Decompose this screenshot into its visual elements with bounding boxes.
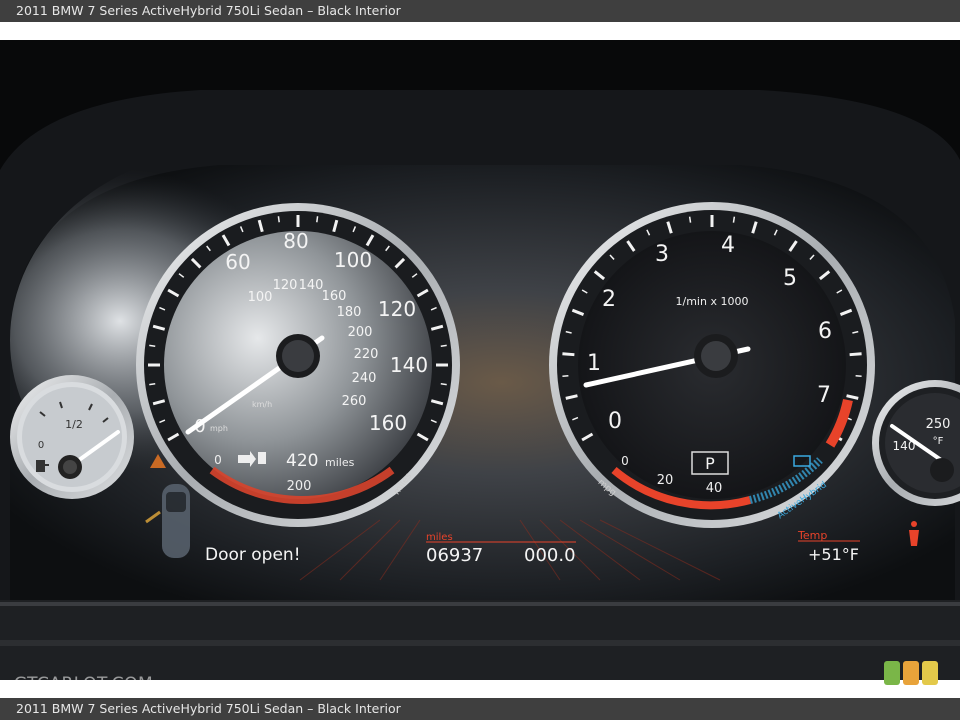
kmh-label-200: 200 [348, 325, 373, 340]
mpg-label-40: 40 [706, 481, 723, 496]
dial-tick [440, 383, 447, 386]
mph-label-100: 100 [334, 248, 372, 272]
dial-tick [849, 352, 862, 357]
kmh-label-100: 100 [248, 290, 273, 305]
tach-label-2: 2 [602, 287, 616, 312]
range-mid-label: 200 [287, 479, 312, 494]
tach-label-4: 4 [721, 233, 735, 258]
dial-tick [732, 216, 736, 223]
dial-tick [440, 344, 447, 347]
fuel-zero-label: 0 [38, 440, 44, 451]
trip-value: 000.0 [524, 545, 576, 566]
odometer-label: miles [426, 532, 453, 543]
oil-unit: °F [933, 436, 944, 447]
mph-label-140: 140 [390, 353, 428, 377]
range-zero-label: 0 [214, 453, 222, 467]
temp-label: Temp [797, 529, 827, 542]
range-unit: miles [325, 456, 355, 469]
mpg-label-0: 0 [621, 454, 629, 468]
kmh-label-120: 120 [273, 278, 298, 293]
watermark-text: GTCARLOT.COM [14, 674, 154, 694]
tachometer: 0 1 2 3 4 5 6 7 1/min x 1000 P 0 20 40 m… [549, 202, 875, 528]
range-value: 420 [286, 451, 318, 471]
caption-top: 2011 BMW 7 Series ActiveHybrid 750Li Sed… [0, 0, 960, 22]
watermark-logo [884, 661, 938, 685]
watermark-square-orange [903, 661, 919, 685]
outside-temp-value: +51°F [808, 545, 859, 564]
watermark-square-green [884, 661, 900, 685]
tach-label-1: 1 [587, 351, 601, 376]
mph-label-120: 120 [378, 297, 416, 321]
oil-high-label: 250 [926, 417, 951, 432]
dial-tick [277, 216, 280, 223]
tach-label-0: 0 [608, 409, 622, 434]
kmh-label-140: 140 [299, 278, 324, 293]
kmh-label-180: 180 [337, 305, 362, 320]
dial-tick [688, 216, 692, 223]
tach-label-6: 6 [818, 319, 832, 344]
mph-label-60: 60 [225, 250, 250, 274]
fuel-half-label: 1/2 [65, 418, 83, 431]
door-open-message: Door open! [205, 545, 301, 565]
dial-tick [149, 344, 156, 347]
mph-label-160: 160 [369, 411, 407, 435]
gear-indicator: P [705, 454, 715, 473]
dial-tick [149, 383, 156, 386]
dashboard-photo: 1/2 0 60 80 100 120 140 160 100 120 140 … [0, 40, 960, 680]
tach-unit: 1/min x 1000 [676, 295, 749, 308]
mph-label-80: 80 [283, 229, 308, 253]
kmh-label-240: 240 [352, 371, 377, 386]
dial-tick [316, 216, 319, 223]
dial-tick [562, 352, 575, 357]
tach-label-3: 3 [655, 242, 669, 267]
kmh-label-220: 220 [354, 347, 379, 362]
mpg-label-20: 20 [657, 473, 674, 488]
caption-bottom: 2011 BMW 7 Series ActiveHybrid 750Li Sed… [0, 698, 960, 720]
tach-label-7: 7 [817, 383, 831, 408]
kmh-label-160: 160 [322, 289, 347, 304]
kmh-label-260: 260 [342, 394, 367, 409]
mph-unit: mph [210, 424, 228, 433]
kmh-unit: km/h [252, 400, 272, 409]
odometer-value: 06937 [426, 545, 483, 566]
watermark-square-yellow [922, 661, 938, 685]
tach-label-5: 5 [783, 266, 797, 291]
speedometer: 60 80 100 120 140 160 100 120 140 160 18… [136, 203, 460, 527]
